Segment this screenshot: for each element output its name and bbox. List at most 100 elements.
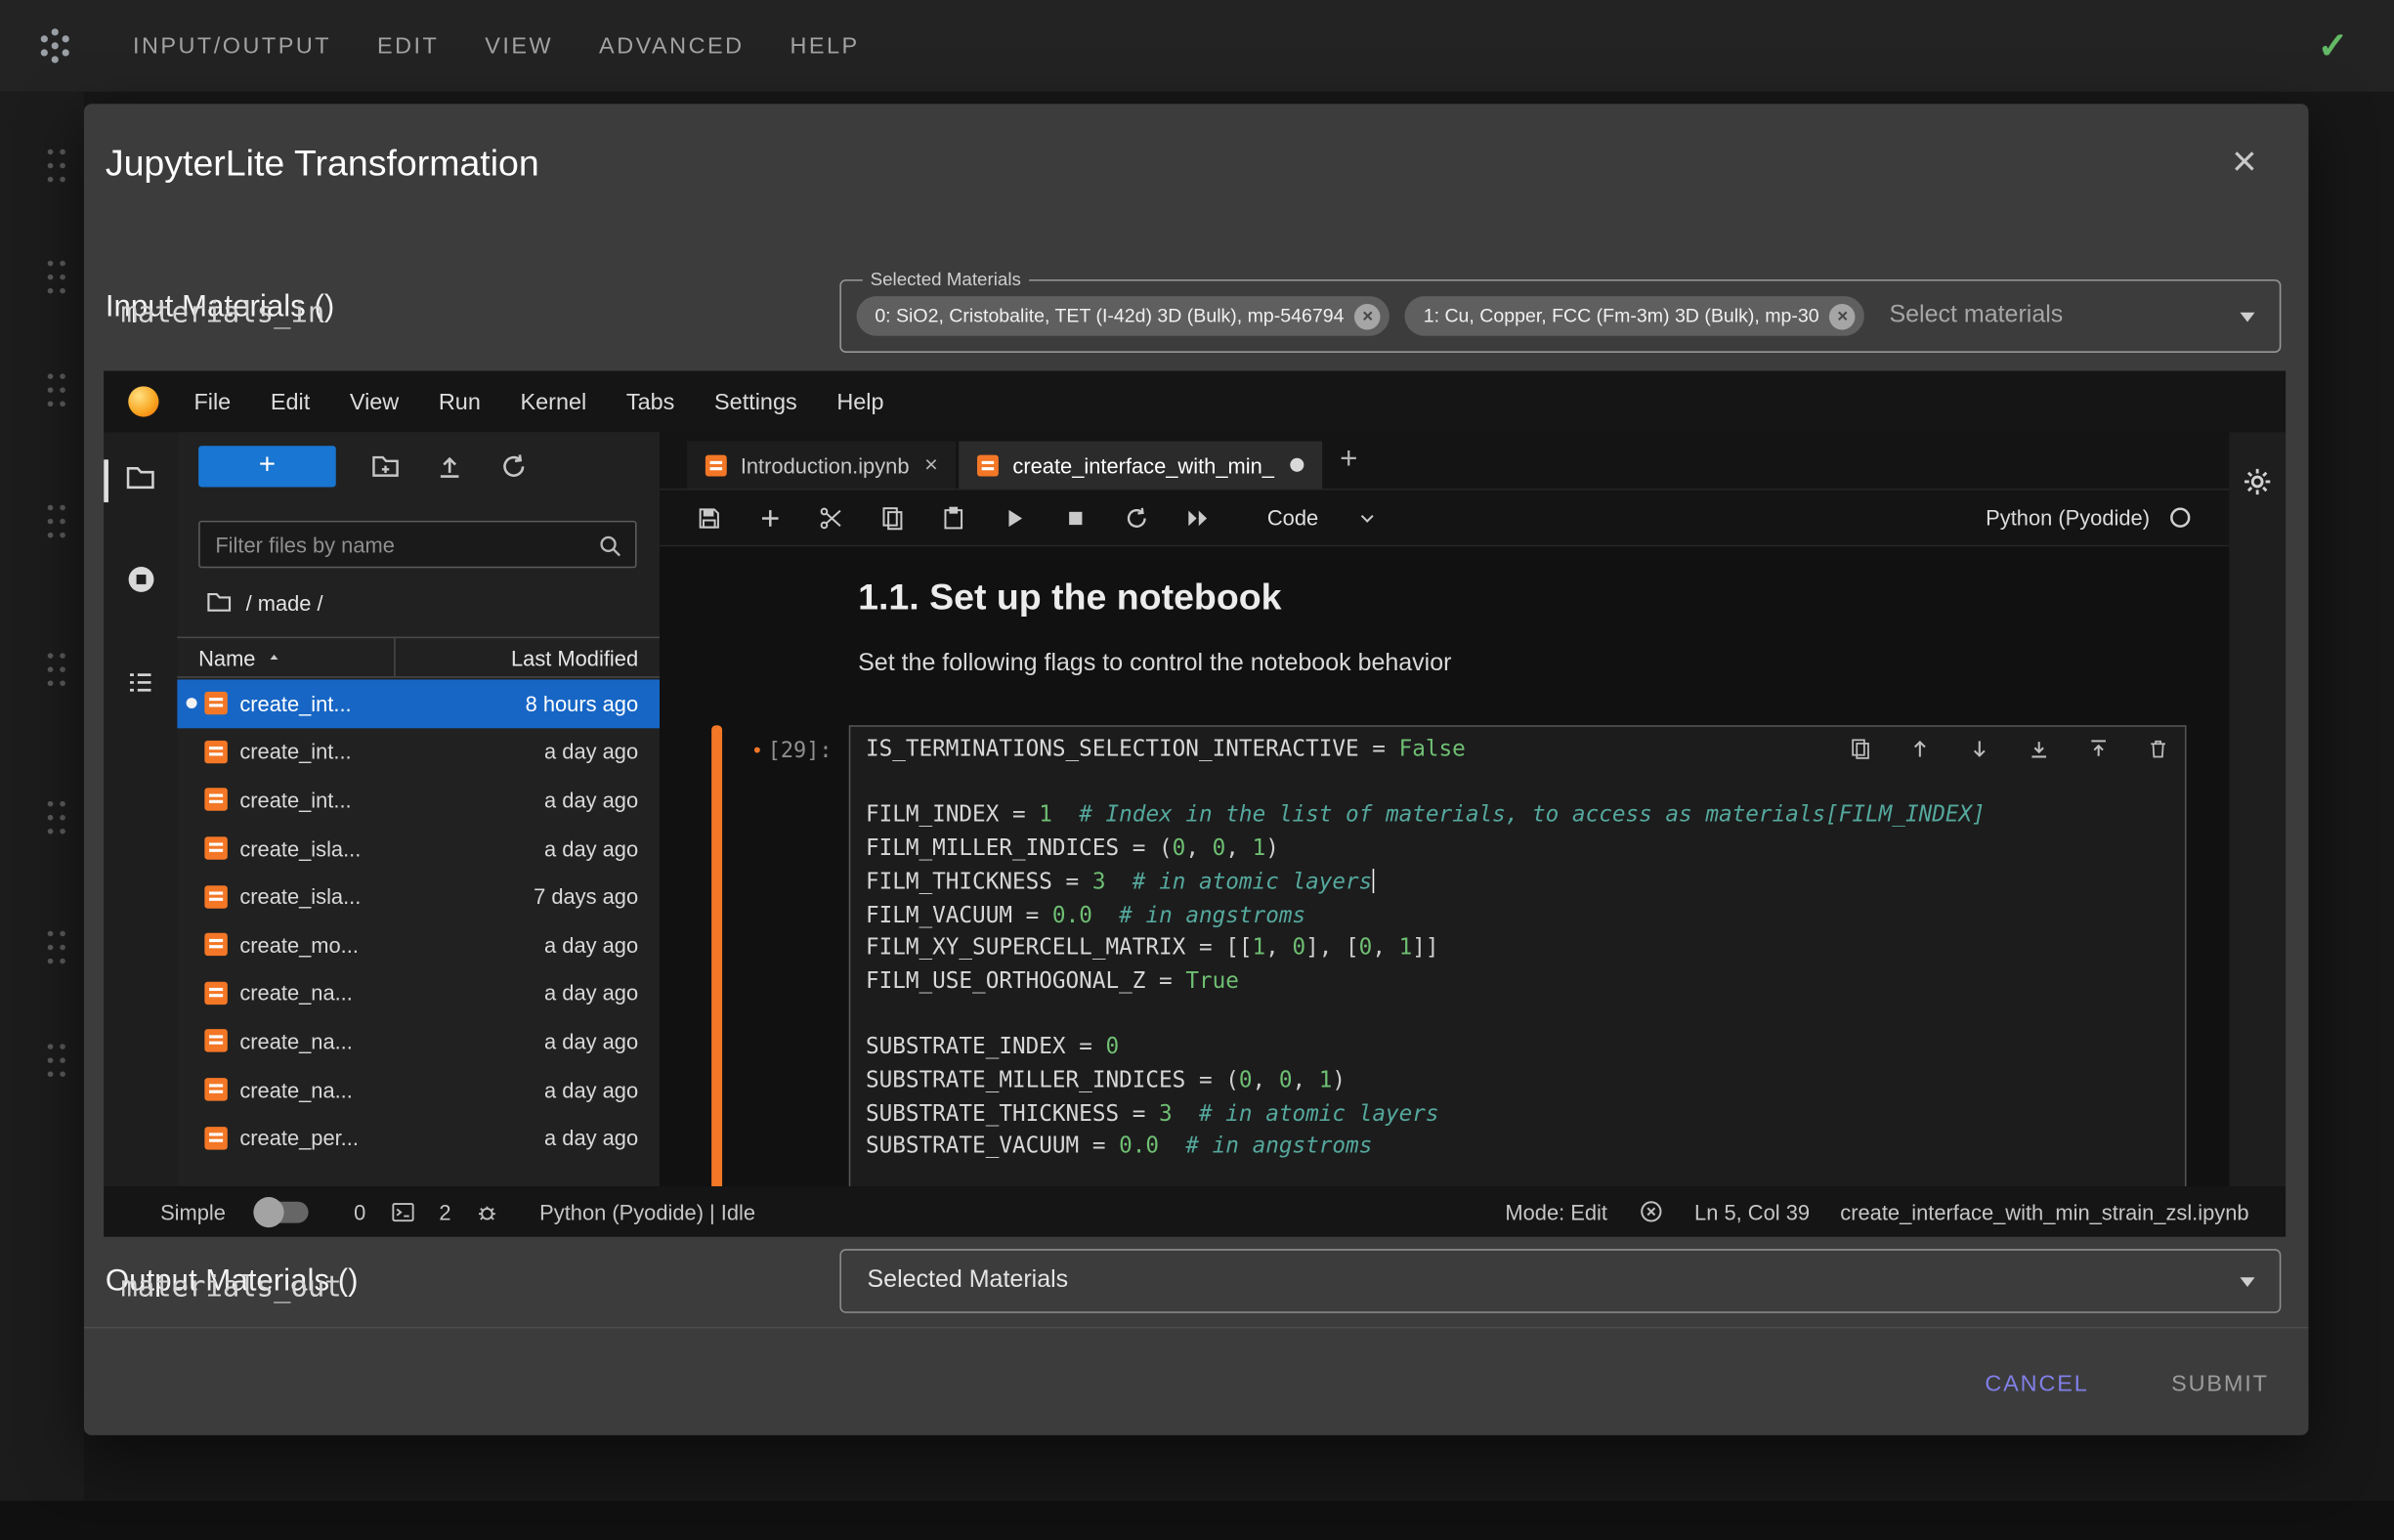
submit-button[interactable]: SUBMIT: [2159, 1356, 2282, 1413]
kernel-count[interactable]: 2: [439, 1199, 450, 1223]
file-row[interactable]: create_int...a day ago: [177, 776, 660, 824]
file-row[interactable]: create_na...a day ago: [177, 1065, 660, 1113]
file-row[interactable]: create_isla...7 days ago: [177, 873, 660, 920]
document-tabbar: Introduction.ipynb × create_interface_wi…: [660, 432, 2229, 490]
file-row[interactable]: create_int...8 hours ago: [177, 679, 660, 727]
cursor-position[interactable]: Ln 5, Col 39: [1694, 1199, 1810, 1223]
close-icon[interactable]: ×: [2217, 135, 2272, 190]
terminal-icon[interactable]: [390, 1199, 414, 1223]
notebook-panel: Introduction.ipynb × create_interface_wi…: [660, 432, 2229, 1186]
materials-out-select[interactable]: Selected Materials: [839, 1249, 2281, 1313]
jp-menu-tabs[interactable]: Tabs: [607, 389, 695, 415]
file-row[interactable]: create_mo...a day ago: [177, 920, 660, 968]
copy-icon[interactable]: [879, 504, 906, 531]
move-cell-up-icon[interactable]: [1908, 738, 1931, 760]
drag-handle-icon[interactable]: [44, 649, 68, 690]
menu-input-output[interactable]: INPUT/OUTPUT: [133, 33, 331, 60]
jp-menu-help[interactable]: Help: [817, 389, 904, 415]
new-folder-icon[interactable]: [371, 451, 401, 481]
duplicate-cell-icon[interactable]: [1849, 738, 1871, 760]
drag-handle-icon[interactable]: [44, 1040, 68, 1081]
tab-create-interface[interactable]: create_interface_with_min_: [960, 442, 1322, 489]
cell-type-dropdown[interactable]: Code: [1267, 505, 1378, 530]
menu-view[interactable]: VIEW: [485, 33, 553, 60]
cancel-button[interactable]: CANCEL: [1973, 1356, 2101, 1413]
close-tab-icon[interactable]: ×: [924, 452, 938, 479]
file-row[interactable]: create_na...a day ago: [177, 1017, 660, 1065]
save-icon[interactable]: [697, 504, 723, 531]
restart-kernel-icon[interactable]: [1124, 504, 1150, 531]
property-inspector-gear-icon[interactable]: [2242, 466, 2274, 498]
interrupt-kernel-icon[interactable]: [1063, 504, 1090, 531]
jp-menu-settings[interactable]: Settings: [695, 389, 817, 415]
open-file-dot: [187, 1133, 197, 1143]
confirm-check-icon[interactable]: ✓: [2318, 23, 2348, 67]
execution-count: •[29]:: [660, 739, 833, 763]
move-cell-down-icon[interactable]: [1968, 738, 1990, 760]
file-row[interactable]: create_isla...a day ago: [177, 824, 660, 872]
file-modified: a day ago: [544, 1077, 638, 1101]
file-row[interactable]: create_na...a day ago: [177, 969, 660, 1017]
drag-handle-icon[interactable]: [44, 926, 68, 967]
table-of-contents-tab-icon[interactable]: [125, 667, 155, 698]
running-sessions-tab-icon[interactable]: [125, 564, 157, 596]
app-logo-icon[interactable]: [33, 24, 76, 67]
chip-remove-icon[interactable]: ×: [1354, 303, 1381, 329]
code-cell[interactable]: IS_TERMINATIONS_SELECTION_INTERACTIVE = …: [849, 725, 2187, 1186]
notebook-file-icon: [204, 981, 227, 1004]
kernel-status-text[interactable]: Python (Pyodide) | Idle: [539, 1199, 755, 1223]
drag-handle-icon[interactable]: [44, 257, 68, 298]
insert-cell-below-icon[interactable]: [2087, 738, 2110, 760]
material-chip[interactable]: 1: Cu, Copper, FCC (Fm-3m) 3D (Bulk), mp…: [1405, 296, 1864, 336]
chevron-down-icon[interactable]: [2231, 299, 2264, 332]
code-lines[interactable]: IS_TERMINATIONS_SELECTION_INTERACTIVE = …: [866, 735, 2169, 1166]
simple-mode-toggle[interactable]: [256, 1201, 308, 1222]
filter-files-input[interactable]: [200, 522, 635, 566]
notebook-content[interactable]: 1.1. Set up the notebook Set the followi…: [660, 546, 2229, 1186]
jp-menu-file[interactable]: File: [174, 389, 250, 415]
insert-cell-icon[interactable]: [757, 504, 784, 531]
mode-indicator: Mode: Edit: [1505, 1199, 1607, 1223]
jp-menu-view[interactable]: View: [330, 389, 419, 415]
jp-menu-kernel[interactable]: Kernel: [500, 389, 606, 415]
kernel-indicator[interactable]: Python (Pyodide): [1986, 505, 2193, 530]
drag-handle-icon[interactable]: [44, 797, 68, 838]
insert-cell-above-icon[interactable]: [2028, 738, 2050, 760]
add-tab-icon[interactable]: +: [1340, 443, 1357, 478]
cell-collapser[interactable]: [711, 725, 722, 1186]
file-name: create_per...: [239, 1126, 544, 1150]
drag-handle-icon[interactable]: [44, 369, 68, 410]
cut-icon[interactable]: [819, 504, 845, 531]
materials-in-select[interactable]: Selected Materials 0: SiO2, Cristobalite…: [839, 279, 2281, 353]
drag-handle-icon[interactable]: [44, 145, 68, 186]
drag-handle-icon[interactable]: [44, 501, 68, 542]
code-line: FILM_THICKNESS = 3 # in atomic layers: [866, 867, 2169, 900]
material-chip[interactable]: 0: SiO2, Cristobalite, TET (I-42d) 3D (B…: [857, 296, 1390, 336]
run-cell-icon[interactable]: [1002, 504, 1028, 531]
command-mode-icon[interactable]: [1638, 1199, 1664, 1225]
unsaved-changes-dot[interactable]: [1290, 458, 1304, 472]
chip-remove-icon[interactable]: ×: [1830, 303, 1857, 329]
kernel-bug-icon[interactable]: [476, 1199, 500, 1223]
upload-icon[interactable]: [435, 451, 464, 481]
file-browser-tab-icon[interactable]: [125, 462, 155, 492]
menu-edit[interactable]: EDIT: [377, 33, 439, 60]
menu-advanced[interactable]: ADVANCED: [599, 33, 745, 60]
column-last-modified[interactable]: Last Modified: [394, 638, 660, 676]
file-row[interactable]: create_int...a day ago: [177, 728, 660, 776]
new-launcher-button[interactable]: +: [198, 445, 336, 486]
menu-help[interactable]: HELP: [790, 33, 859, 60]
tab-introduction[interactable]: Introduction.ipynb ×: [687, 442, 956, 489]
column-name[interactable]: Name: [177, 645, 394, 669]
refresh-icon[interactable]: [499, 451, 529, 481]
paste-icon[interactable]: [941, 504, 967, 531]
jp-menu-run[interactable]: Run: [419, 389, 501, 415]
restart-run-all-icon[interactable]: [1185, 504, 1212, 531]
open-file-dot: [187, 747, 197, 757]
terminal-count[interactable]: 0: [354, 1199, 365, 1223]
jp-menu-edit[interactable]: Edit: [251, 389, 330, 415]
breadcrumb[interactable]: / made /: [206, 589, 323, 616]
delete-cell-icon[interactable]: [2147, 738, 2169, 760]
breadcrumb-path[interactable]: / made /: [246, 590, 323, 615]
file-row[interactable]: create_per...a day ago: [177, 1114, 660, 1162]
